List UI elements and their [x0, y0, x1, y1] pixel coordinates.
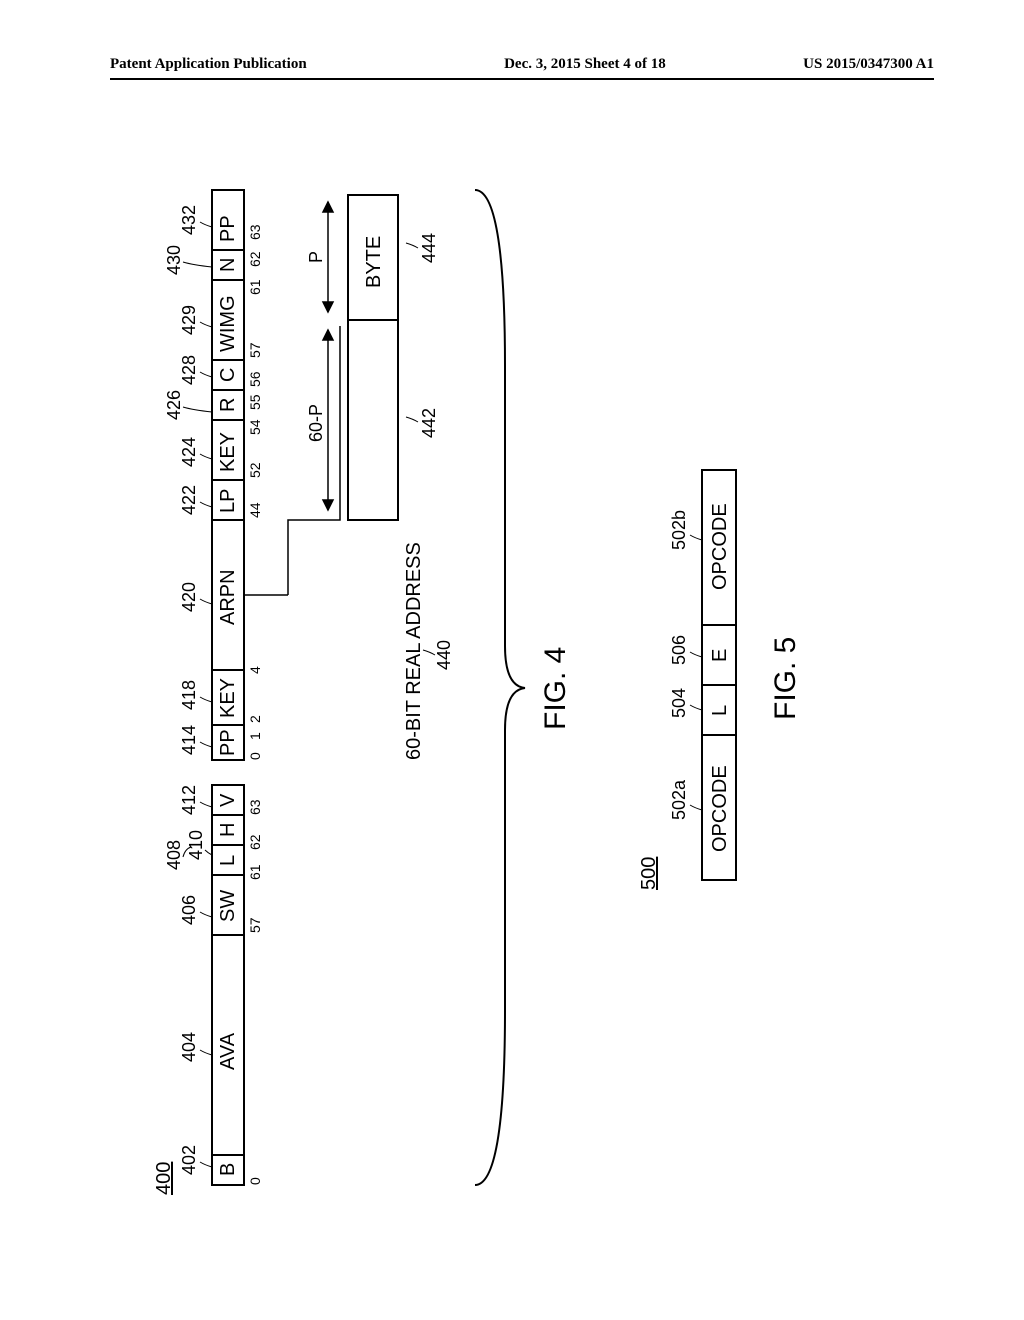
label-502a: 502a	[669, 779, 689, 820]
header-left: Patent Application Publication	[110, 56, 307, 73]
field-opcode-a: OPCODE	[709, 765, 731, 852]
fig4-dword1: 414 418 420 422 424 426 428 429 430 432	[164, 190, 263, 760]
rotated-figure: 400 402 404 406 408 410 412	[110, 150, 910, 1210]
label-504: 504	[669, 688, 689, 718]
header-row: Patent Application Publication Dec. 3, 2…	[110, 56, 934, 73]
label-402: 402	[179, 1145, 199, 1175]
field-H: H	[217, 823, 239, 837]
d1-bit56: 56	[247, 371, 263, 387]
header-right: US 2015/0347300 A1	[803, 56, 934, 73]
d1-bit57: 57	[247, 342, 263, 358]
d1-bit55: 55	[247, 394, 263, 410]
d1-bit0: 0	[247, 752, 263, 760]
label-502b: 502b	[669, 510, 689, 550]
d1-bit44: 44	[247, 502, 263, 518]
field-ARPN: ARPN	[217, 569, 239, 625]
field-E: E	[709, 649, 731, 662]
range-60p: 60-P	[306, 404, 326, 442]
field-L5: L	[709, 705, 731, 716]
d1-bit2: 2	[247, 715, 263, 723]
label-410: 410	[186, 830, 206, 860]
header-center: Dec. 3, 2015 Sheet 4 of 18	[444, 56, 666, 73]
arpn-connector	[244, 326, 340, 595]
label-430: 430	[164, 245, 184, 275]
d1-bit52: 52	[247, 462, 263, 478]
field-N: N	[217, 258, 239, 272]
label-428: 428	[179, 355, 199, 385]
field-WIMG: WIMG	[217, 295, 239, 352]
d0-bit62: 62	[247, 834, 263, 850]
label-406: 406	[179, 895, 199, 925]
d1-bit54: 54	[247, 419, 263, 435]
d0-bit61: 61	[247, 864, 263, 880]
label-422: 422	[179, 485, 199, 515]
field-B: B	[217, 1163, 239, 1176]
realaddr-text: 60-BIT REAL ADDRESS	[403, 542, 425, 760]
range-arrows	[323, 202, 333, 510]
label-440: 440	[434, 640, 454, 670]
page: Patent Application Publication Dec. 3, 2…	[0, 0, 1024, 1320]
field-R: R	[217, 398, 239, 412]
dword1-leaders	[183, 222, 212, 747]
d1-bit4: 4	[247, 666, 263, 674]
d1-bit61: 61	[247, 279, 263, 295]
label-414: 414	[179, 725, 199, 755]
fig4-dword0: 402 404 406 408 410 412	[164, 785, 263, 1185]
field-opcode-b: OPCODE	[709, 503, 731, 590]
d1-bit1: 1	[247, 732, 263, 740]
d0-bit57: 57	[247, 917, 263, 933]
d1-bit63: 63	[247, 224, 263, 240]
label-408: 408	[164, 840, 184, 870]
field-V: V	[217, 793, 239, 807]
label-412: 412	[179, 785, 199, 815]
diagram-area: 400 402 404 406 408 410 412	[110, 150, 910, 1210]
d1-bit62: 62	[247, 251, 263, 267]
dword1-box	[212, 190, 244, 760]
fig5-caption: FIG. 5	[769, 637, 802, 720]
label-420: 420	[179, 582, 199, 612]
label-429: 429	[179, 305, 199, 335]
label-500: 500	[638, 857, 660, 890]
fig4-caption: FIG. 4	[539, 647, 572, 730]
label-442: 442	[419, 408, 439, 438]
field-C: C	[217, 368, 239, 382]
field-AVA: AVA	[217, 1032, 239, 1070]
field-KEY2: KEY	[217, 432, 239, 472]
label-426: 426	[164, 390, 184, 420]
fig5-leaders	[690, 535, 702, 810]
byte-field: BYTE	[363, 236, 385, 288]
field-PP: PP	[217, 729, 239, 756]
label-444: 444	[419, 233, 439, 263]
header-rule	[110, 78, 934, 80]
label-432: 432	[179, 205, 199, 235]
label-400: 400	[153, 1162, 175, 1195]
range-p: P	[306, 251, 326, 263]
fig4-brace	[475, 190, 525, 1185]
field-PP2: PP	[217, 215, 239, 242]
d0-bit0: 0	[247, 1177, 263, 1185]
field-L: L	[217, 855, 239, 866]
label-424: 424	[179, 437, 199, 467]
d0-bit63: 63	[247, 799, 263, 815]
label-506: 506	[669, 635, 689, 665]
field-LP: LP	[217, 489, 239, 513]
field-SW: SW	[217, 890, 239, 922]
field-KEY: KEY	[217, 678, 239, 718]
label-404: 404	[179, 1032, 199, 1062]
label-418: 418	[179, 680, 199, 710]
